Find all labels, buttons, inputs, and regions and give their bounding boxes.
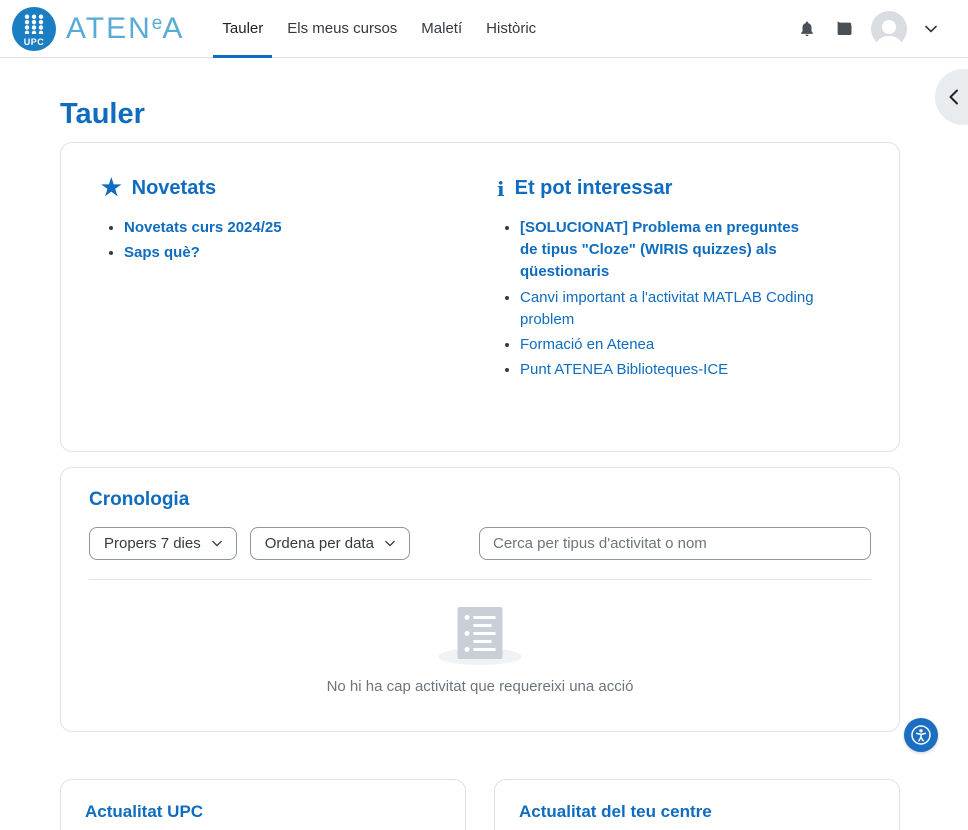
day-filter-label: Propers 7 dies [104, 535, 201, 552]
novetats-title: Novetats [132, 177, 216, 200]
list-item: Saps què? [124, 242, 424, 264]
interest-link-3[interactable]: Formació en Atenea [520, 336, 654, 353]
interest-link-1[interactable]: [SOLUCIONAT] Problema en preguntes de ti… [520, 219, 799, 280]
chevron-left-icon [948, 89, 959, 105]
list-item: Novetats curs 2024/25 [124, 217, 424, 239]
actualitat-upc-title: Actualitat UPC [85, 802, 441, 822]
interest-heading: i Et pot interessar [497, 177, 859, 200]
page-title: Tauler [60, 98, 900, 131]
nav-tab-maleti[interactable]: Maletí [409, 0, 474, 57]
actualitat-centre-card: Actualitat del teu centre [494, 779, 900, 830]
sort-filter-label: Ordena per data [265, 535, 374, 552]
top-navbar: UPC ATENeA Tauler Els meus cursos Maletí… [0, 0, 968, 58]
list-item: [SOLUCIONAT] Problema en preguntes de ti… [520, 217, 820, 284]
accessibility-icon [909, 723, 933, 747]
actualitat-centre-title: Actualitat del teu centre [519, 802, 875, 822]
novetats-heading: ★ Novetats [101, 177, 463, 200]
empty-activities-icon [430, 601, 530, 665]
accessibility-button[interactable] [904, 718, 938, 752]
timeline-card: Cronologia Propers 7 dies Ordena per dat… [60, 467, 900, 732]
news-cards-row: Actualitat UPC Actualitat del teu centre [60, 779, 900, 830]
nav-tab-tauler[interactable]: Tauler [210, 0, 275, 57]
interest-link-4[interactable]: Punt ATENEA Biblioteques-ICE [520, 361, 728, 378]
chat-icon[interactable] [834, 19, 854, 39]
atenea-logo[interactable]: UPC ATENeA [12, 0, 184, 57]
novetats-list: Novetats curs 2024/25 Saps què? [101, 217, 463, 264]
interest-link-2[interactable]: Canvi important a l'activitat MATLAB Cod… [520, 289, 814, 328]
primary-nav: Tauler Els meus cursos Maletí Històric [210, 0, 548, 57]
atenea-wordmark: ATENeA [66, 11, 184, 46]
nav-tab-historic[interactable]: Històric [474, 0, 548, 57]
bell-icon[interactable] [797, 19, 817, 39]
sort-filter-dropdown[interactable]: Ordena per data [250, 527, 410, 560]
news-card: ★ Novetats Novetats curs 2024/25 Saps qu… [60, 142, 900, 452]
nav-tab-els-meus-cursos[interactable]: Els meus cursos [275, 0, 409, 57]
timeline-empty-text: No hi ha cap activitat que requereixi un… [89, 678, 871, 695]
chevron-down-icon [385, 540, 395, 547]
list-item: Formació en Atenea [520, 334, 820, 356]
timeline-title: Cronologia [89, 489, 871, 511]
star-icon: ★ [101, 176, 122, 199]
main-content: Tauler ★ Novetats Novetats curs 2024/25 … [0, 98, 968, 830]
novetats-block: ★ Novetats Novetats curs 2024/25 Saps qu… [101, 177, 463, 384]
list-item: Canvi important a l'activitat MATLAB Cod… [520, 287, 820, 331]
user-menu-chevron-down-icon[interactable] [924, 19, 938, 39]
chevron-down-icon [212, 540, 222, 547]
divider [89, 579, 871, 580]
list-item: Punt ATENEA Biblioteques-ICE [520, 359, 820, 381]
avatar[interactable] [871, 11, 907, 47]
upc-logo-dots [24, 14, 45, 34]
day-filter-dropdown[interactable]: Propers 7 dies [89, 527, 237, 560]
novetats-link-2[interactable]: Saps què? [124, 244, 200, 261]
info-icon: i [497, 179, 505, 199]
timeline-controls: Propers 7 dies Ordena per data [89, 527, 871, 560]
upc-logo-text: UPC [12, 37, 56, 47]
timeline-empty-state: No hi ha cap activitat que requereixi un… [89, 601, 871, 695]
upc-logo-icon: UPC [12, 7, 56, 51]
interest-list: [SOLUCIONAT] Problema en preguntes de ti… [497, 217, 859, 381]
actualitat-upc-card: Actualitat UPC [60, 779, 466, 830]
activity-search-input[interactable] [479, 527, 871, 560]
interest-block: i Et pot interessar [SOLUCIONAT] Problem… [497, 177, 859, 384]
header-actions [797, 0, 968, 57]
novetats-link-1[interactable]: Novetats curs 2024/25 [124, 219, 282, 236]
interest-title: Et pot interessar [515, 177, 673, 200]
